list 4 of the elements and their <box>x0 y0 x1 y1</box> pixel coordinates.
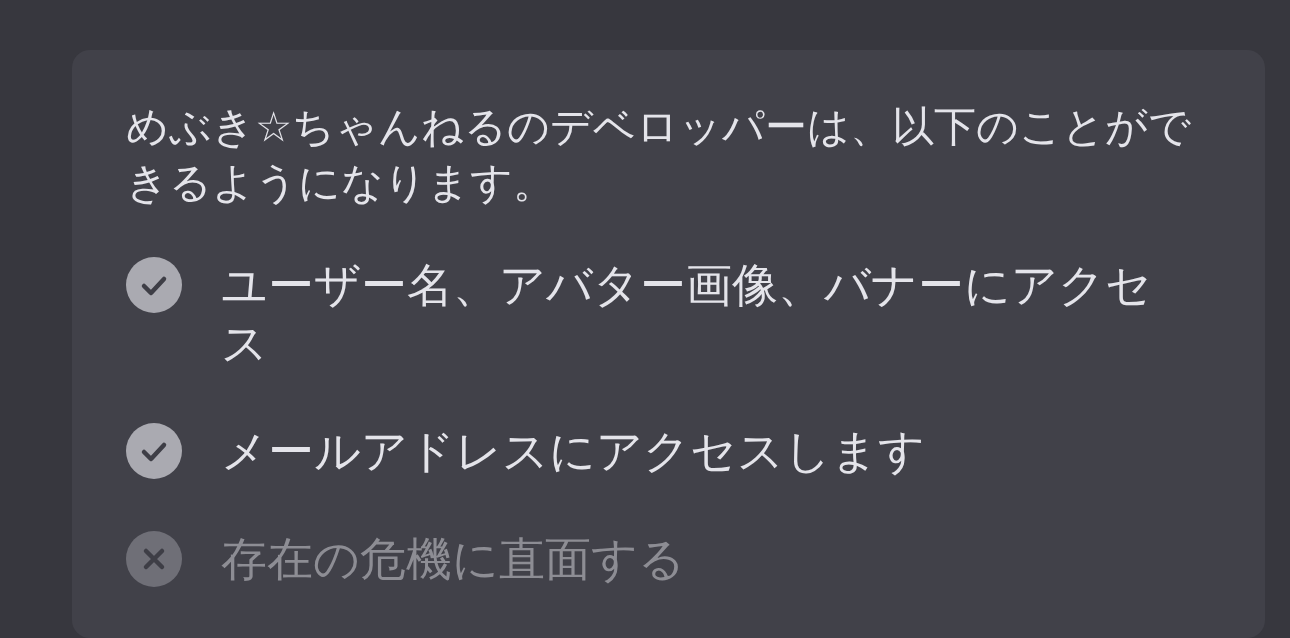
intro-text: めぶき☆ちゃんねるのデベロッパーは、以下のことができるようになります。 <box>126 101 1193 209</box>
permission-text: ユーザー名、アバター画像、バナーにアクセス <box>221 257 1153 372</box>
permission-text: 存在の危機に直面する <box>221 531 686 588</box>
permission-text: メールアドレスにアクセスします <box>221 423 926 480</box>
